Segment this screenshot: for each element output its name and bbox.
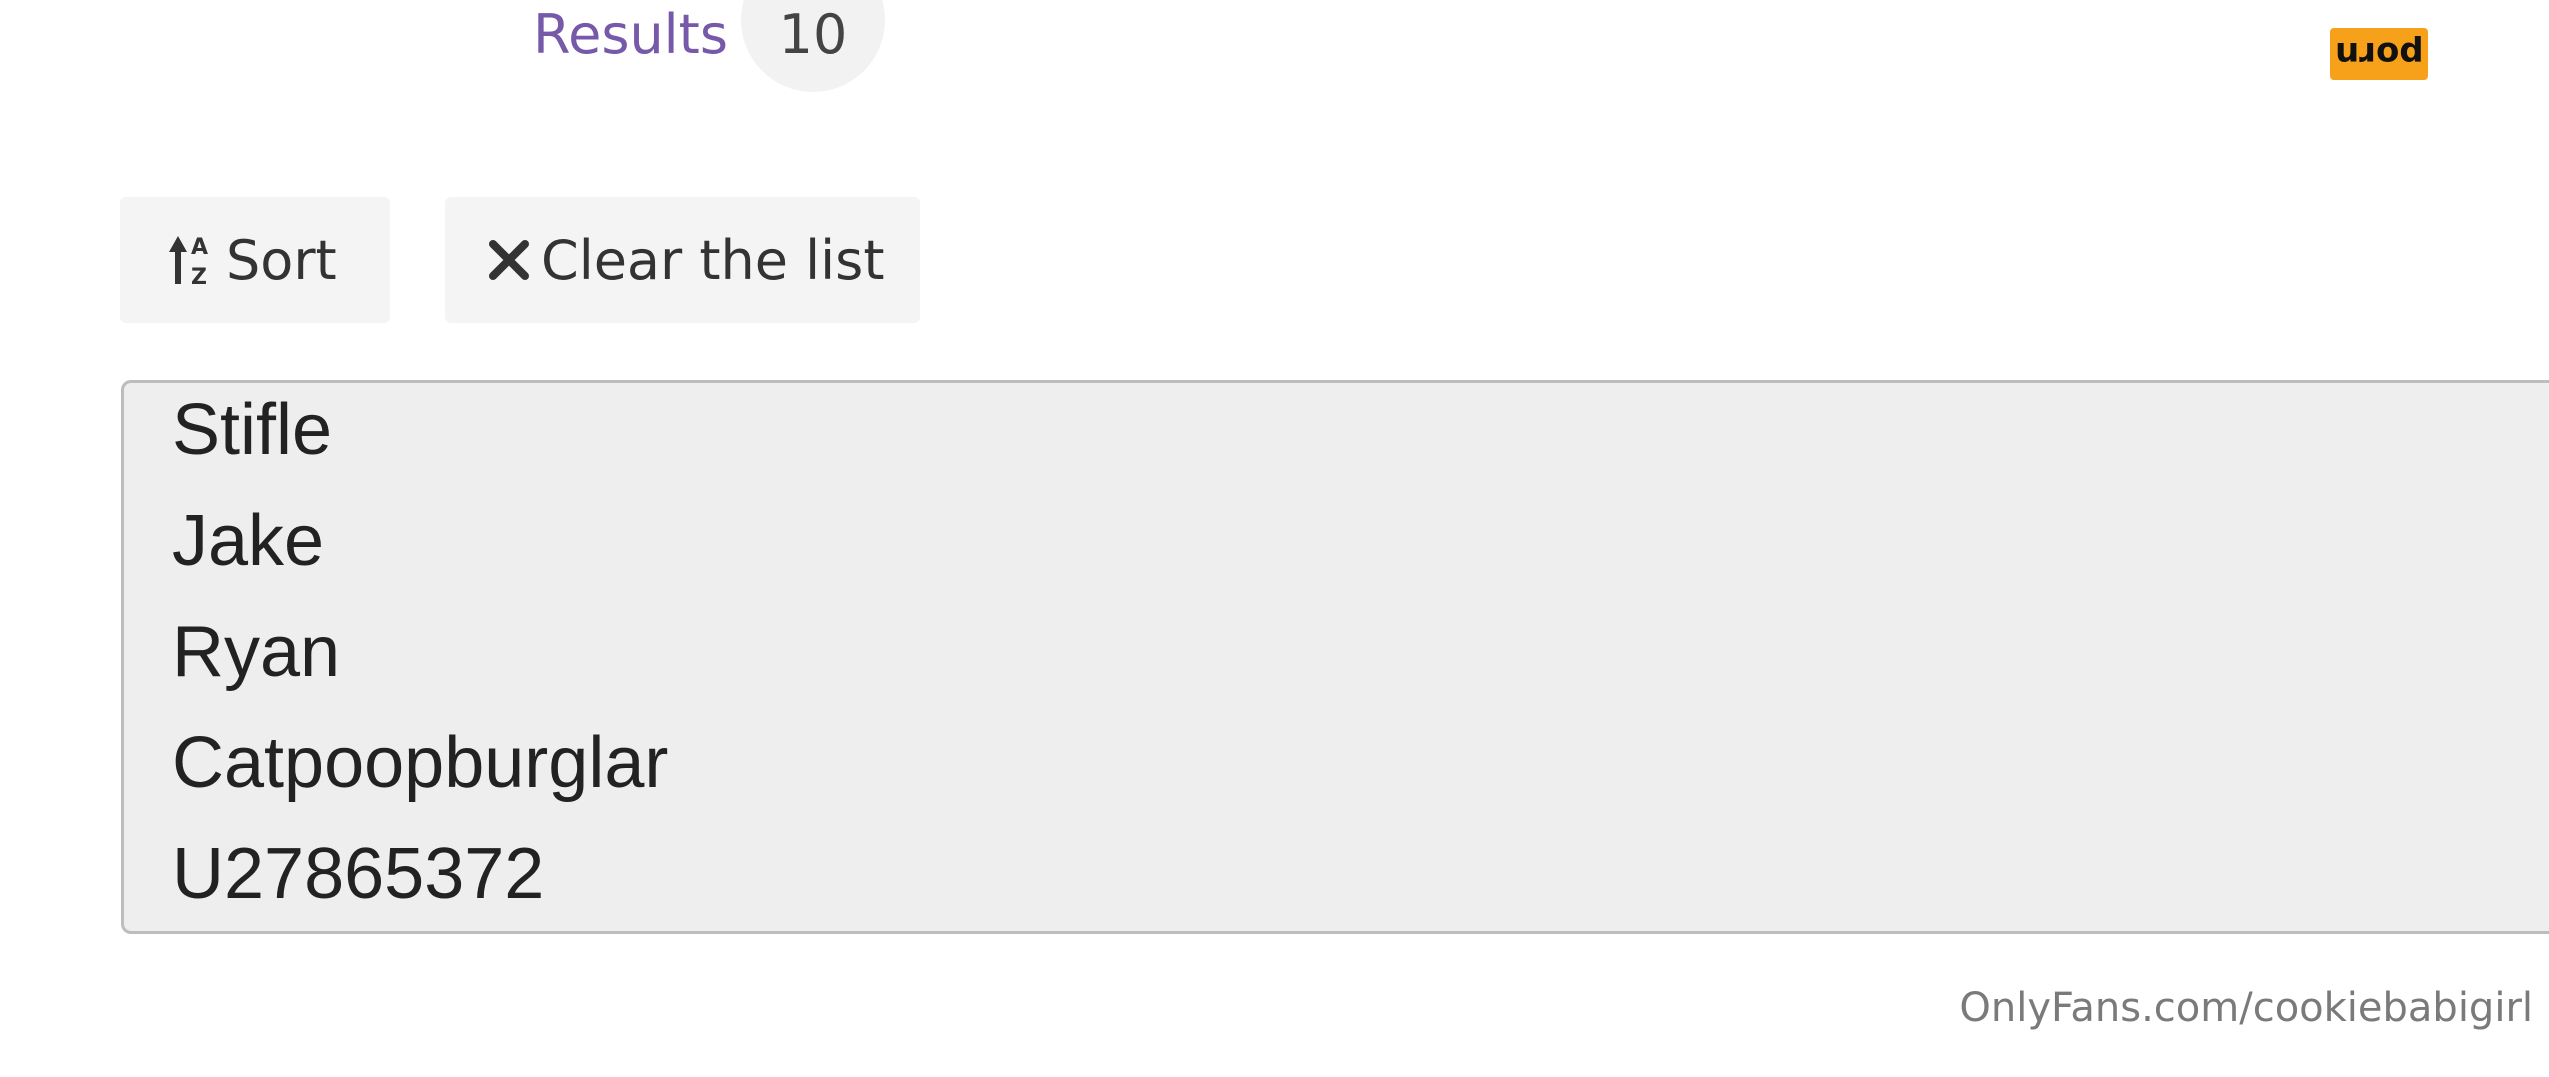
list-item: Jake — [172, 501, 325, 581]
close-icon — [487, 238, 531, 282]
watermark-text: OnlyFans.com/cookiebabigirl — [1959, 985, 2533, 1031]
badge-logo: porn — [2330, 28, 2428, 80]
badge-logo-text: porn — [2334, 34, 2424, 74]
results-label: Results — [533, 3, 728, 66]
list-item: Ryan — [172, 612, 341, 692]
list-item: U27865372 — [172, 834, 545, 914]
results-count: 10 — [778, 3, 848, 66]
sort-button[interactable]: A Z Sort — [120, 197, 390, 323]
svg-text:A: A — [191, 235, 208, 260]
sort-alpha-icon: A Z — [166, 232, 216, 288]
clear-list-label: Clear the list — [541, 228, 885, 292]
list-item: Catpoopburglar — [172, 723, 669, 803]
svg-text:Z: Z — [191, 265, 207, 288]
sort-label: Sort — [226, 228, 337, 292]
names-list[interactable]: Stifle Jake Ryan Catpoopburglar U2786537… — [121, 380, 2549, 934]
clear-list-button[interactable]: Clear the list — [445, 197, 920, 323]
list-item: Stifle — [172, 390, 333, 470]
